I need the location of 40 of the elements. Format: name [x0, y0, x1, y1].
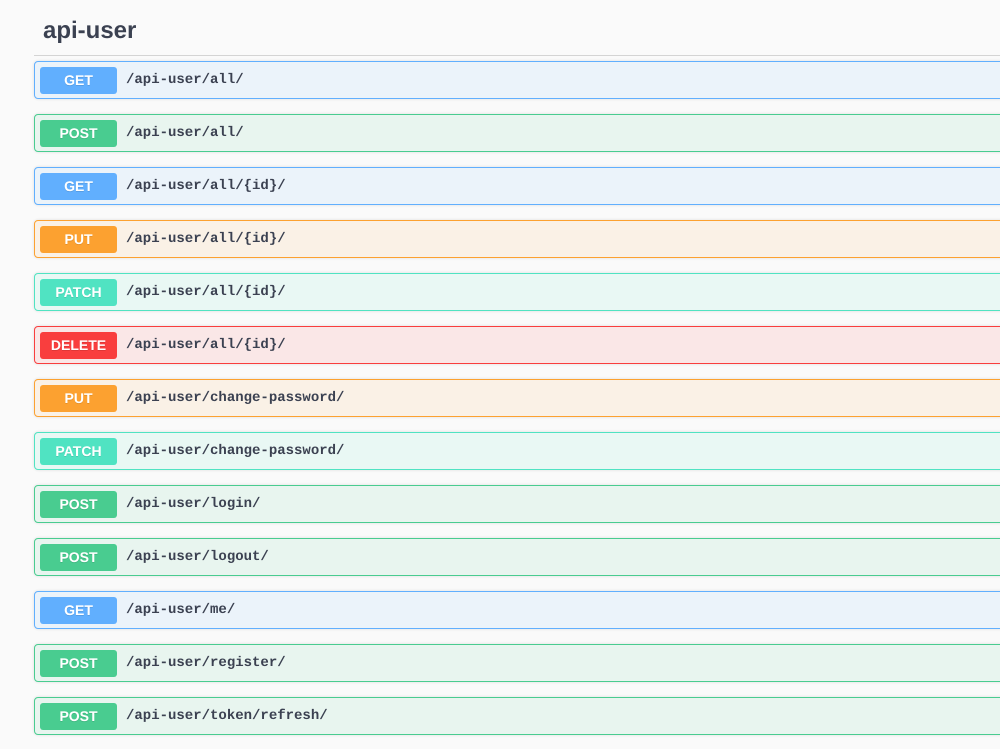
method-tag: PUT [40, 226, 117, 252]
endpoint-path: /api-user/change-password/ [126, 442, 344, 460]
endpoint-row[interactable]: DELETE /api-user/all/{id}/ [34, 326, 1000, 364]
endpoint-path: /api-user/logout/ [126, 548, 269, 566]
endpoint-row[interactable]: POST /api-user/login/ [34, 485, 1000, 523]
method-tag: DELETE [40, 332, 117, 358]
method-tag: PATCH [40, 278, 117, 306]
method-tag: POST [40, 544, 117, 570]
endpoint-row[interactable]: PATCH /api-user/all/{id}/ [34, 273, 1000, 311]
endpoint-path: /api-user/me/ [126, 600, 236, 620]
method-tag: POST [40, 490, 117, 518]
method-tag: GET [40, 66, 117, 94]
method-tag: POST [40, 650, 117, 676]
endpoint-path: /api-user/change-password/ [126, 388, 344, 408]
endpoint-path: /api-user/all/ [126, 124, 244, 142]
endpoint-row[interactable]: GET /api-user/all/ [34, 61, 1000, 99]
method-tag: GET [40, 172, 117, 200]
endpoint-row[interactable]: POST /api-user/logout/ [34, 538, 1000, 576]
endpoint-row[interactable]: PATCH /api-user/change-password/ [34, 432, 1000, 470]
endpoint-row[interactable]: POST /api-user/token/refresh/ [34, 697, 1000, 735]
section-title: api-user [43, 16, 136, 46]
endpoint-row[interactable]: GET /api-user/me/ [34, 591, 1000, 629]
endpoint-path: /api-user/all/{id}/ [126, 336, 286, 354]
endpoint-row[interactable]: POST /api-user/all/ [34, 114, 1000, 152]
endpoint-path: /api-user/all/{id}/ [126, 282, 286, 302]
endpoint-path: /api-user/register/ [126, 654, 286, 672]
method-tag: PATCH [40, 438, 117, 464]
endpoint-path: /api-user/all/{id}/ [126, 176, 286, 196]
endpoint-row[interactable]: POST /api-user/register/ [34, 644, 1000, 682]
endpoint-path: /api-user/token/refresh/ [126, 706, 328, 726]
endpoint-path: /api-user/all/ [126, 70, 244, 90]
method-tag: POST [40, 120, 117, 146]
endpoint-path: /api-user/login/ [126, 494, 260, 514]
endpoint-row[interactable]: PUT /api-user/all/{id}/ [34, 220, 1000, 258]
method-tag: POST [40, 702, 117, 730]
endpoint-row[interactable]: GET /api-user/all/{id}/ [34, 167, 1000, 205]
endpoint-path: /api-user/all/{id}/ [126, 230, 286, 248]
method-tag: PUT [40, 384, 117, 412]
endpoint-row[interactable]: PUT /api-user/change-password/ [34, 379, 1000, 417]
method-tag: GET [40, 596, 117, 624]
